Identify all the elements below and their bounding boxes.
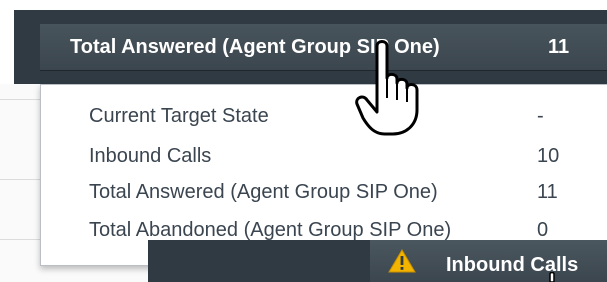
dropdown-item-value: 0 xyxy=(537,219,549,241)
dropdown-item-value: - xyxy=(537,105,544,127)
dropdown-item-value: 11 xyxy=(537,181,558,203)
dropdown-item-label: Total Answered (Agent Group SIP One) xyxy=(89,181,438,203)
dropdown-item-label: Inbound Calls xyxy=(89,145,212,167)
hand-pointer-icon xyxy=(355,40,419,136)
dropdown-item-value: 10 xyxy=(537,145,560,167)
dropdown-item-label: Current Target State xyxy=(89,105,269,127)
dropdown-item-label: Total Abandoned (Agent Group SIP One) xyxy=(89,219,452,241)
warning-triangle-icon xyxy=(388,249,416,273)
metric-selector[interactable]: Total Answered (Agent Group SIP One) 11 xyxy=(40,24,607,71)
metric-dropdown-menu: Current Target State - Inbound Calls 10 … xyxy=(40,84,607,266)
selector-value: 11 xyxy=(548,36,570,58)
tab-inbound-calls[interactable]: Inbound Calls xyxy=(370,240,607,282)
lower-panel: Inbound Calls xyxy=(148,240,607,282)
cursor-icon xyxy=(549,272,555,282)
